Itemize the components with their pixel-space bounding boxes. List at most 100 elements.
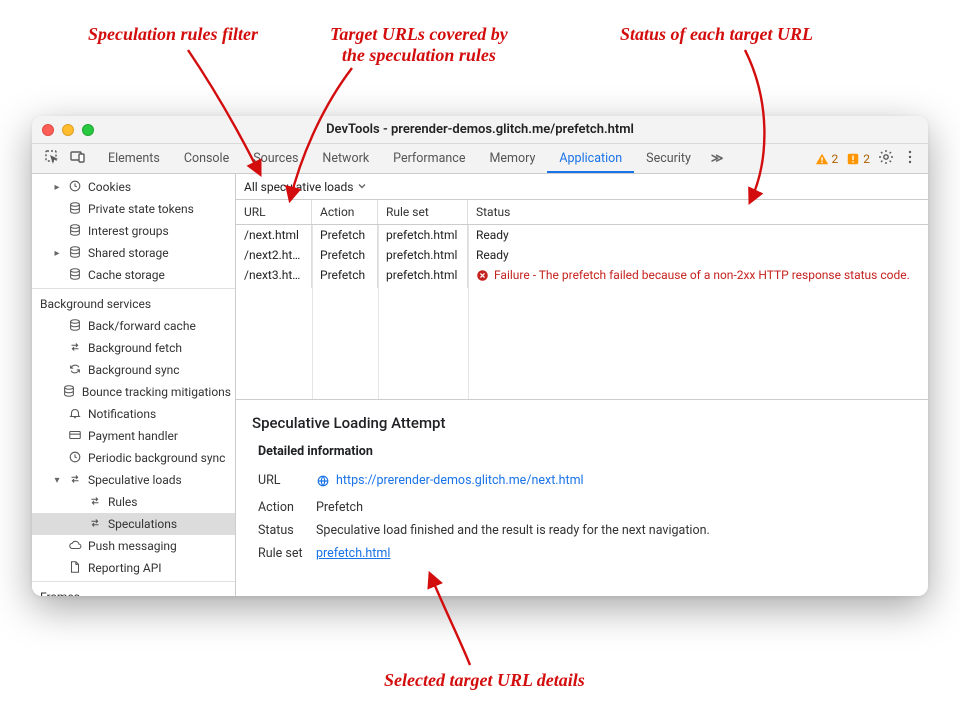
cloud-icon — [68, 538, 82, 555]
sidebar-item-label: Notifications — [88, 407, 156, 421]
col-header-status[interactable]: Status — [468, 200, 928, 224]
sidebar-item-label: Payment handler — [88, 429, 178, 443]
sidebar-item-background-fetch[interactable]: Background fetch — [32, 337, 235, 359]
cell-status: Failure - The prefetch failed because of… — [468, 265, 928, 288]
detail-url-link[interactable]: https://prerender-demos.glitch.me/next.h… — [316, 473, 584, 488]
table-header: URL Action Rule set Status — [236, 200, 928, 225]
chevron-down-icon — [357, 180, 367, 194]
arrows-icon — [88, 516, 102, 533]
sidebar-item-label: Interest groups — [88, 224, 169, 238]
arrows-icon — [88, 494, 102, 511]
titlebar: DevTools - prerender-demos.glitch.me/pre… — [32, 116, 928, 144]
issues-indicator[interactable]: 2 — [846, 152, 870, 166]
cell-action: Prefetch — [312, 245, 378, 265]
tab-memory[interactable]: Memory — [477, 144, 547, 173]
tab-network[interactable]: Network — [310, 144, 381, 173]
detail-section-heading: Detailed information — [258, 444, 914, 459]
sidebar-item-shared-storage[interactable]: ▸Shared storage — [32, 242, 235, 264]
db-icon — [68, 201, 82, 218]
sidebar-item-rules[interactable]: Rules — [32, 491, 235, 513]
sidebar-item-label: Reporting API — [88, 561, 162, 575]
sidebar-item-notifications[interactable]: Notifications — [32, 403, 235, 425]
application-sidebar: ▸CookiesPrivate state tokens Interest gro… — [32, 174, 236, 596]
warnings-indicator[interactable]: 2 — [815, 152, 839, 166]
speculative-loads-filter[interactable]: All speculative loads — [244, 180, 353, 194]
annotation-urls: Target URLs covered by the speculation r… — [330, 24, 508, 65]
device-icon[interactable] — [70, 149, 86, 168]
clock-icon — [68, 450, 82, 467]
sidebar-item-private-state-tokens[interactable]: Private state tokens — [32, 198, 235, 220]
sidebar-item-label: Periodic background sync — [88, 451, 225, 465]
sidebar-section-background-services: Background services — [32, 291, 235, 315]
sidebar-item-label: Background sync — [88, 363, 180, 377]
panel-tabs: ElementsConsoleSourcesNetworkPerformance… — [32, 144, 928, 174]
detail-action-label: Action — [258, 500, 304, 515]
sidebar-item-label: Shared storage — [88, 246, 169, 260]
table-row[interactable]: /next2.htmlPrefetchprefetch.htmlReady — [236, 245, 928, 265]
sync-icon — [68, 362, 82, 379]
sidebar-item-background-sync[interactable]: Background sync — [32, 359, 235, 381]
detail-ruleset-link[interactable]: prefetch.html — [316, 546, 390, 561]
detail-ruleset-label: Rule set — [258, 546, 304, 561]
filter-bar: All speculative loads — [236, 174, 928, 200]
tab-elements[interactable]: Elements — [96, 144, 172, 173]
sidebar-item-push-messaging[interactable]: Push messaging — [32, 535, 235, 557]
detail-action-value: Prefetch — [316, 500, 914, 515]
col-header-action[interactable]: Action — [312, 200, 378, 224]
detail-url-label: URL — [258, 473, 304, 492]
annotation-details: Selected target URL details — [384, 670, 585, 691]
devtools-window: DevTools - prerender-demos.glitch.me/pre… — [32, 116, 928, 596]
sidebar-item-speculative-loads[interactable]: ▾Speculative loads — [32, 469, 235, 491]
db-icon — [68, 245, 82, 262]
speculations-table: URL Action Rule set Status /next.htmlPre… — [236, 200, 928, 400]
sidebar-item-speculations[interactable]: Speculations — [32, 513, 235, 535]
close-button[interactable] — [42, 124, 54, 136]
sidebar-section-frames: Frames — [32, 584, 235, 596]
db-icon — [68, 223, 82, 240]
tab-console[interactable]: Console — [172, 144, 241, 173]
col-header-ruleset[interactable]: Rule set — [378, 200, 468, 224]
inspect-icon[interactable] — [44, 149, 60, 168]
tab-performance[interactable]: Performance — [381, 144, 477, 173]
annotation-status: Status of each target URL — [620, 24, 813, 45]
more-tabs-button[interactable]: ≫ — [703, 144, 732, 173]
cell-ruleset: prefetch.html — [378, 265, 468, 288]
sidebar-item-label: Background fetch — [88, 341, 182, 355]
sidebar-item-label: Rules — [108, 495, 137, 509]
tab-application[interactable]: Application — [547, 144, 634, 173]
minimize-button[interactable] — [62, 124, 74, 136]
sidebar-item-label: Speculations — [108, 517, 177, 531]
detail-status-label: Status — [258, 523, 304, 538]
table-row[interactable]: /next.htmlPrefetchprefetch.htmlReady — [236, 225, 928, 245]
arrows-icon — [68, 472, 82, 489]
sidebar-item-reporting-api[interactable]: Reporting API — [32, 557, 235, 579]
zoom-button[interactable] — [82, 124, 94, 136]
db-icon — [68, 267, 82, 284]
cell-action: Prefetch — [312, 265, 378, 288]
sidebar-item-cookies[interactable]: ▸Cookies — [32, 176, 235, 198]
settings-icon[interactable] — [878, 149, 894, 168]
kebab-menu-icon[interactable] — [902, 149, 918, 168]
tab-security[interactable]: Security — [634, 144, 703, 173]
sidebar-item-interest-groups[interactable]: Interest groups — [32, 220, 235, 242]
detail-pane: Speculative Loading Attempt Detailed inf… — [236, 400, 928, 575]
table-row[interactable]: /next3.htmlPrefetchprefetch.htmlFailure … — [236, 265, 928, 288]
sidebar-item-cache-storage[interactable]: Cache storage — [32, 264, 235, 286]
sidebar-item-payment-handler[interactable]: Payment handler — [32, 425, 235, 447]
sidebar-item-back-forward-cache[interactable]: Back/forward cache — [32, 315, 235, 337]
page-icon — [68, 560, 82, 577]
sidebar-item-bounce-tracking-mitigations[interactable]: Bounce tracking mitigations — [32, 381, 235, 403]
detail-title: Speculative Loading Attempt — [252, 414, 914, 432]
sidebar-item-label: Bounce tracking mitigations — [82, 385, 231, 399]
annotation-filter: Speculation rules filter — [88, 24, 258, 45]
cell-status: Ready — [468, 225, 928, 245]
main-panel: All speculative loads URL Action Rule se… — [236, 174, 928, 596]
cell-status: Ready — [468, 245, 928, 265]
sidebar-item-periodic-background-sync[interactable]: Periodic background sync — [32, 447, 235, 469]
cell-url: /next.html — [236, 225, 312, 245]
arrows-icon — [68, 340, 82, 357]
tab-sources[interactable]: Sources — [241, 144, 310, 173]
col-header-url[interactable]: URL — [236, 200, 312, 224]
card-icon — [68, 428, 82, 445]
bell-icon — [68, 406, 82, 423]
